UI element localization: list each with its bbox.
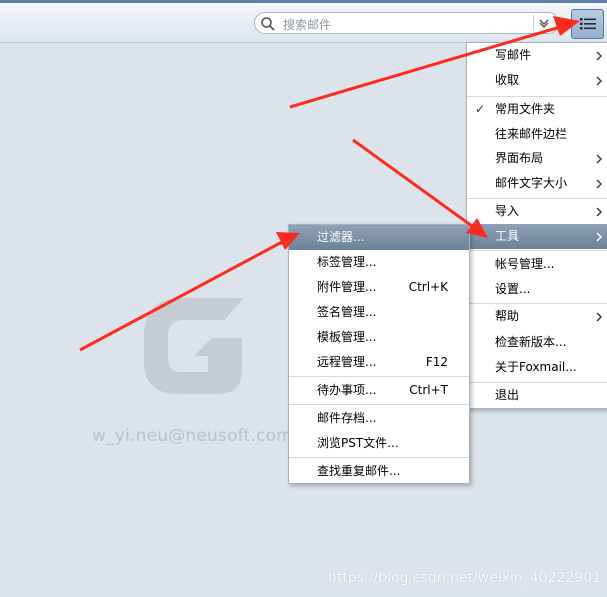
annotation-arrows [79, 16, 580, 352]
annotation-arrow-to-menu-button [289, 16, 580, 109]
annotation-arrow-to-tools [352, 138, 488, 238]
annotation-arrow-to-filter [79, 232, 300, 352]
